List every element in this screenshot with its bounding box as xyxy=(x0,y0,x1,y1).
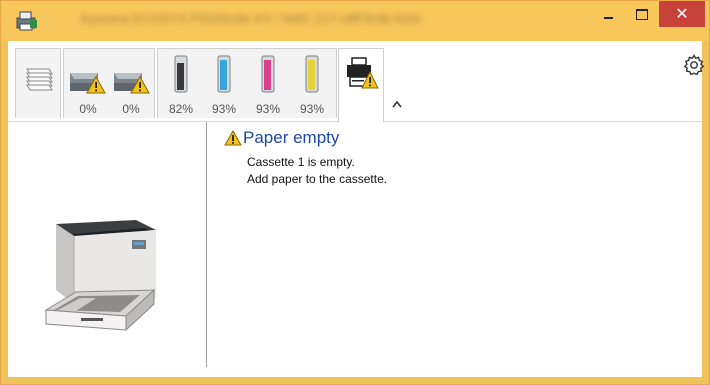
close-button[interactable]: ✕ xyxy=(659,1,705,27)
minimize-button[interactable] xyxy=(591,1,625,27)
maximize-icon xyxy=(636,8,648,20)
printer-app-icon xyxy=(16,11,37,31)
title-bar[interactable]: Kyocera ECOSYS P5026cdw KX / fe80::217:c… xyxy=(1,1,709,41)
content-area: 0% 0% 82% 93% 93% 93% Paper empty Casset… xyxy=(8,41,705,377)
toner-black-icon xyxy=(174,55,188,93)
maximize-button[interactable] xyxy=(625,1,659,27)
paper-stack-icon xyxy=(26,68,53,91)
empty-tray-warning-icon xyxy=(114,73,150,94)
collapse-button[interactable] xyxy=(390,97,404,111)
toner-black-level: 82% xyxy=(168,102,194,116)
message-title: Paper empty xyxy=(243,128,340,147)
minimize-icon xyxy=(603,17,613,19)
toner-yellow-icon xyxy=(305,55,319,93)
tray-2-level: 0% xyxy=(122,102,140,116)
warning-icon xyxy=(224,130,242,146)
toner-magenta-icon xyxy=(261,55,275,93)
gear-icon[interactable] xyxy=(682,53,706,77)
toner-cyan-icon xyxy=(217,55,231,93)
empty-tray-warning-icon xyxy=(70,73,106,94)
tab-paper-trays[interactable]: 0% 0% xyxy=(63,48,155,118)
toner-magenta-level: 93% xyxy=(255,102,281,116)
tab-toner[interactable]: 82% 93% 93% 93% xyxy=(157,48,337,118)
status-toolbar: 0% 0% 82% 93% 93% 93% xyxy=(8,41,705,122)
close-icon: ✕ xyxy=(675,4,689,23)
message-line-2: Add paper to the cassette. xyxy=(247,172,388,186)
window-title: Kyocera ECOSYS P5026cdw KX / fe80::217:c… xyxy=(81,11,422,26)
printer-preview-pane xyxy=(8,122,207,367)
tray-1-level: 0% xyxy=(79,102,97,116)
toner-yellow-level: 93% xyxy=(299,102,325,116)
message-line-1: Cassette 1 is empty. xyxy=(247,155,355,169)
printer-warning-icon xyxy=(347,57,379,89)
tab-paper[interactable] xyxy=(15,48,61,118)
status-monitor-window: Kyocera ECOSYS P5026cdw KX / fe80::217:c… xyxy=(0,0,710,385)
printer-open-cassette-image xyxy=(44,220,156,332)
collapse-up-icon xyxy=(392,100,402,108)
toner-cyan-level: 93% xyxy=(211,102,237,116)
tab-device-status[interactable] xyxy=(338,48,384,122)
